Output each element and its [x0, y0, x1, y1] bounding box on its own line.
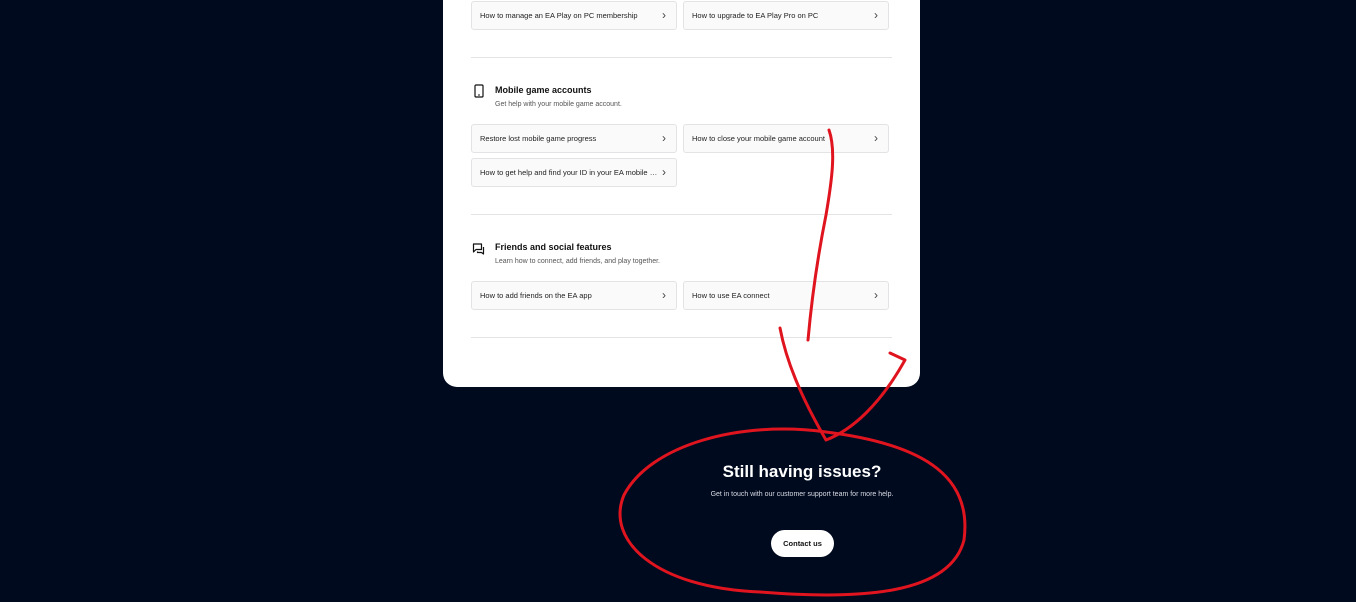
annotation-circle [618, 427, 967, 597]
section-divider [471, 57, 892, 58]
link-use-ea-connect[interactable]: How to use EA connect › [683, 281, 889, 310]
link-restore-mobile-progress[interactable]: Restore lost mobile game progress › [471, 124, 677, 153]
chevron-right-icon: › [874, 8, 878, 22]
link-add-friends-ea-app[interactable]: How to add friends on the EA app › [471, 281, 677, 310]
chevron-right-icon: › [874, 288, 878, 302]
link-manage-ea-play[interactable]: How to manage an EA Play on PC membershi… [471, 1, 677, 30]
section-desc-friends: Learn how to connect, add friends, and p… [495, 258, 661, 265]
chat-bubbles-icon [472, 243, 485, 255]
support-section: Still having issues? Get in touch with o… [600, 462, 1004, 498]
chevron-right-icon: › [662, 131, 666, 145]
support-heading: Still having issues? [722, 462, 882, 481]
link-upgrade-ea-play-pro[interactable]: How to upgrade to EA Play Pro on PC › [683, 1, 889, 30]
chevron-right-icon: › [874, 131, 878, 145]
link-find-mobile-id[interactable]: How to get help and find your ID in your… [471, 158, 677, 187]
help-topics-card: How to manage an EA Play on PC membershi… [443, 0, 920, 387]
section-title-friends: Friends and social features [495, 242, 612, 252]
phone-icon [474, 84, 484, 98]
chevron-right-icon: › [662, 288, 666, 302]
section-divider [471, 337, 892, 338]
section-desc-mobile: Get help with your mobile game account. [495, 101, 622, 108]
link-close-mobile-account[interactable]: How to close your mobile game account › [683, 124, 889, 153]
chevron-right-icon: › [662, 165, 666, 179]
support-text: Get in touch with our customer support t… [710, 491, 894, 498]
section-divider [471, 214, 892, 215]
contact-us-button[interactable]: Contact us [771, 530, 834, 557]
section-title-mobile: Mobile game accounts [495, 85, 592, 95]
chevron-right-icon: › [662, 8, 666, 22]
